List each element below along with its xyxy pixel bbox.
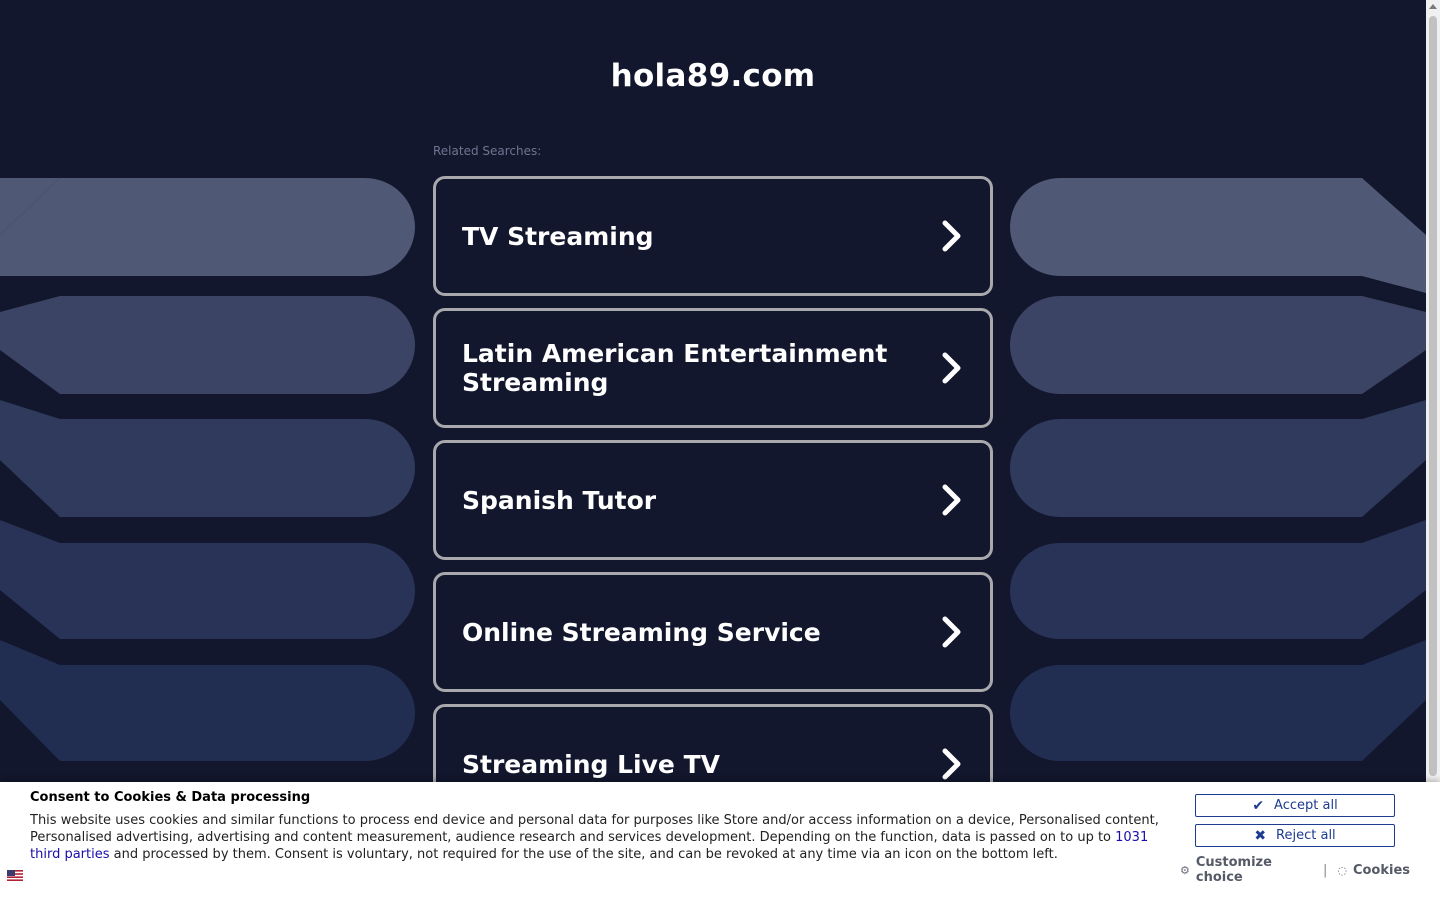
- consent-secondary-links: ⚙ Customize choice | ◌ Cookies: [1180, 855, 1410, 885]
- search-item-online-streaming-service[interactable]: Online Streaming Service: [433, 572, 993, 692]
- chevron-right-icon: [942, 484, 961, 516]
- consent-description: This website uses cookies and similar fu…: [30, 812, 1165, 863]
- site-title: hola89.com: [610, 58, 816, 94]
- link-separator: |: [1322, 862, 1328, 878]
- language-flag-icon[interactable]: [7, 870, 23, 881]
- cookies-link[interactable]: Cookies: [1353, 863, 1410, 878]
- related-searches-list: TV Streaming Latin American Entertainmen…: [433, 176, 993, 836]
- right-deco-shapes: [1010, 178, 1426, 761]
- left-deco-shapes: [0, 178, 415, 761]
- reject-all-button[interactable]: ✖ Reject all: [1195, 824, 1395, 847]
- accept-all-button[interactable]: ✔ Accept all: [1195, 794, 1395, 817]
- scroll-up-arrow-icon[interactable]: [1429, 4, 1437, 9]
- search-item-label: Latin American Entertainment Streaming: [462, 339, 888, 397]
- consent-title: Consent to Cookies & Data processing: [30, 790, 311, 805]
- related-searches-label: Related Searches:: [433, 144, 542, 158]
- search-item-label: Spanish Tutor: [462, 485, 657, 515]
- search-item-label: Streaming Live TV: [462, 749, 720, 779]
- chevron-right-icon: [942, 352, 961, 384]
- customize-choice-link[interactable]: Customize choice: [1196, 855, 1313, 885]
- check-icon: ✔: [1252, 797, 1265, 814]
- vertical-scrollbar[interactable]: [1426, 0, 1440, 900]
- accept-all-label: Accept all: [1274, 798, 1338, 813]
- reject-all-label: Reject all: [1276, 828, 1336, 843]
- chevron-right-icon: [942, 616, 961, 648]
- cookie-icon: ◌: [1337, 863, 1347, 877]
- search-item-latin-american-entertainment-streaming[interactable]: Latin American Entertainment Streaming: [433, 308, 993, 428]
- search-item-label: TV Streaming: [462, 221, 654, 251]
- scrollbar-thumb[interactable]: [1429, 16, 1437, 776]
- page: hola89.com Related Searches: TV Streamin…: [0, 0, 1426, 900]
- consent-text-part2: and processed by them. Consent is volunt…: [109, 847, 1058, 862]
- x-icon: ✖: [1254, 827, 1267, 844]
- chevron-right-icon: [942, 748, 961, 780]
- search-item-spanish-tutor[interactable]: Spanish Tutor: [433, 440, 993, 560]
- search-item-tv-streaming[interactable]: TV Streaming: [433, 176, 993, 296]
- gear-icon: ⚙: [1180, 863, 1190, 877]
- chevron-right-icon: [942, 220, 961, 252]
- cookie-consent-banner: Consent to Cookies & Data processing Thi…: [0, 782, 1440, 900]
- consent-text-part1: This website uses cookies and similar fu…: [30, 813, 1159, 845]
- search-item-label: Online Streaming Service: [462, 617, 821, 647]
